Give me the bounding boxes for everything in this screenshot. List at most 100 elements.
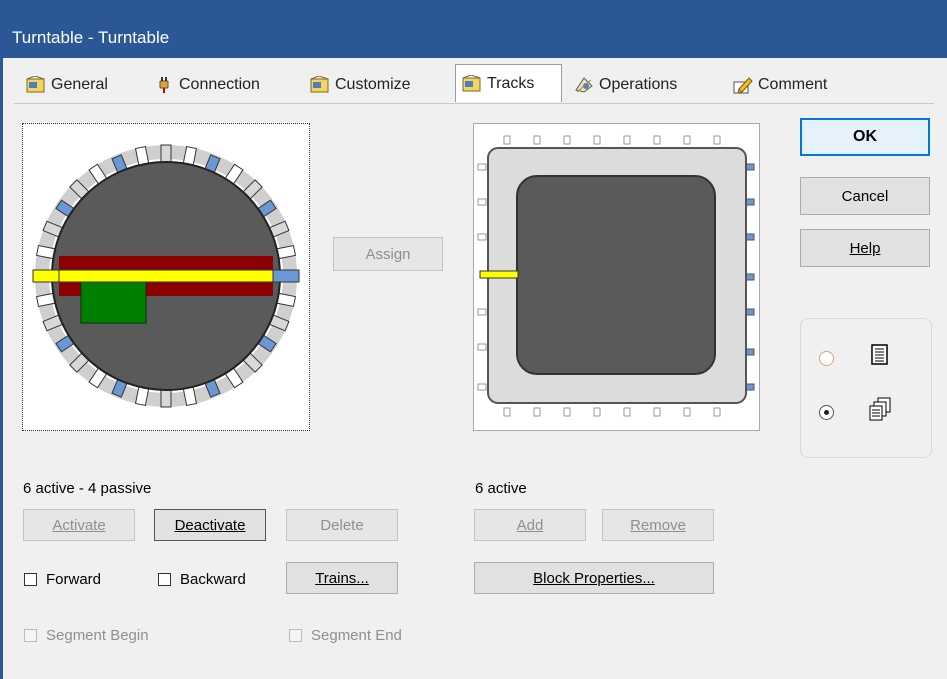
- block-stub: [623, 135, 631, 145]
- view-mode-group: [800, 318, 932, 458]
- block-stub: [653, 135, 661, 145]
- tracks-tab-icon: [462, 73, 482, 93]
- tab-operations[interactable]: Operations: [574, 70, 677, 100]
- block-stub: [533, 135, 541, 145]
- help-button[interactable]: Help: [800, 229, 930, 267]
- turntable-preview[interactable]: [22, 123, 310, 431]
- remove-button[interactable]: Remove: [602, 509, 714, 541]
- add-button[interactable]: Add: [474, 509, 586, 541]
- block-stub: [593, 407, 601, 417]
- right-status: 6 active: [475, 480, 527, 497]
- block-stub: [503, 135, 511, 145]
- tab-operations-label: Operations: [599, 76, 678, 93]
- tab-divider: [14, 103, 934, 104]
- block-stub: [713, 135, 721, 145]
- block-preview[interactable]: [473, 123, 760, 431]
- assign-button[interactable]: Assign: [333, 237, 443, 271]
- view-single-radio[interactable]: [819, 351, 834, 366]
- delete-label: Delete: [320, 516, 364, 534]
- bridge-end-right: [272, 269, 300, 283]
- block-stub-active: [745, 163, 755, 171]
- block-diagram: [477, 135, 755, 417]
- block-stub-active: [745, 198, 755, 206]
- segment-end-checkbox[interactable]: Segment End: [289, 627, 402, 644]
- backward-checkbox-box: [158, 573, 171, 586]
- block-stub: [477, 198, 487, 206]
- view-multi-radio[interactable]: [819, 405, 834, 420]
- locomotive: [80, 280, 147, 324]
- segment-begin-checkbox[interactable]: Segment Begin: [24, 627, 149, 644]
- block-stub: [683, 407, 691, 417]
- block-stub: [477, 233, 487, 241]
- multi-page-icon: [869, 397, 893, 425]
- tab-customize-label: Customize: [335, 76, 411, 93]
- block-stub-active: [745, 348, 755, 356]
- block-stub: [477, 343, 487, 351]
- delete-button[interactable]: Delete: [286, 509, 398, 541]
- block-stub: [653, 407, 661, 417]
- block-stub-active: [745, 308, 755, 316]
- cancel-button[interactable]: Cancel: [800, 177, 930, 215]
- left-status: 6 active - 4 passive: [23, 480, 152, 497]
- turntable-diagram: [32, 144, 300, 408]
- trains-label: Trains...: [315, 569, 369, 587]
- block-stub: [593, 135, 601, 145]
- tab-comment-label: Comment: [758, 76, 828, 93]
- block-properties-button[interactable]: Block Properties...: [474, 562, 714, 594]
- help-label: Help: [849, 239, 881, 257]
- block-stub-active: [745, 383, 755, 391]
- forward-label: Forward: [46, 571, 102, 588]
- block-stub: [623, 407, 631, 417]
- segment-begin-label: Segment Begin: [46, 627, 149, 644]
- tab-comment[interactable]: Comment: [733, 70, 827, 100]
- turntable-bridge: [58, 269, 274, 283]
- block-properties-label: Block Properties...: [533, 569, 655, 587]
- assign-label: Assign: [365, 245, 411, 263]
- forward-checkbox[interactable]: Forward: [24, 571, 101, 588]
- window-border: [0, 58, 3, 679]
- deactivate-button[interactable]: Deactivate: [154, 509, 266, 541]
- block-stub: [563, 135, 571, 145]
- block-stub-active: [745, 273, 755, 281]
- backward-checkbox[interactable]: Backward: [158, 571, 246, 588]
- trains-button[interactable]: Trains...: [286, 562, 398, 594]
- remove-label: Remove: [630, 516, 686, 534]
- segment-end-checkbox-box: [289, 629, 302, 642]
- tab-general-label: General: [51, 76, 108, 93]
- tab-tracks-label: Tracks: [487, 74, 535, 92]
- block-stub: [477, 383, 487, 391]
- activate-label: Activate: [52, 516, 106, 534]
- block-center: [516, 175, 716, 375]
- block-stub: [477, 308, 487, 316]
- deactivate-label: Deactivate: [174, 516, 246, 534]
- block-stub: [683, 135, 691, 145]
- ok-label: OK: [853, 128, 877, 145]
- ok-button[interactable]: OK: [800, 118, 930, 156]
- block-stub: [533, 407, 541, 417]
- block-stub-active: [745, 233, 755, 241]
- forward-checkbox-box: [24, 573, 37, 586]
- general-tab-icon: [26, 75, 46, 94]
- cancel-label: Cancel: [841, 187, 889, 205]
- single-page-icon: [869, 343, 891, 371]
- activate-button[interactable]: Activate: [23, 509, 135, 541]
- window-title: Turntable - Turntable: [12, 28, 170, 47]
- block-stub: [503, 407, 511, 417]
- backward-label: Backward: [180, 571, 246, 588]
- comment-pencil-icon: [733, 76, 753, 94]
- block-stub: [713, 407, 721, 417]
- plug-icon: [154, 76, 174, 94]
- tab-connection-label: Connection: [179, 76, 260, 93]
- tab-customize[interactable]: Customize: [310, 70, 411, 100]
- block-stub: [477, 163, 487, 171]
- tab-general[interactable]: General: [26, 70, 108, 100]
- customize-tab-icon: [310, 75, 330, 94]
- title-bar: Turntable - Turntable: [0, 0, 947, 58]
- add-label: Add: [516, 516, 544, 534]
- segment-begin-checkbox-box: [24, 629, 37, 642]
- tab-connection[interactable]: Connection: [154, 70, 260, 100]
- block-bridge: [479, 270, 519, 279]
- operations-tab-icon: [574, 76, 594, 94]
- tab-tracks[interactable]: Tracks: [455, 64, 562, 102]
- block-stub: [563, 407, 571, 417]
